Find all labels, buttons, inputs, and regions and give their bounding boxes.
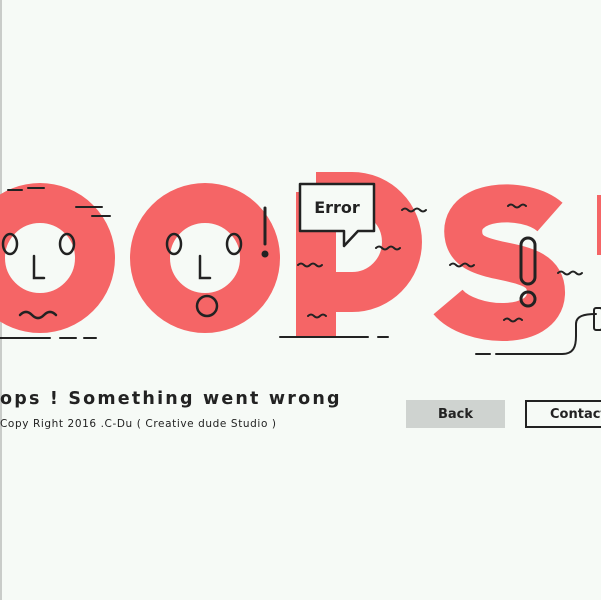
copyright-text: Copy Right 2016 .C-Du ( Creative dude St… (0, 418, 277, 430)
contact-button[interactable]: Contact (525, 400, 601, 428)
back-button[interactable]: Back (406, 400, 505, 428)
oops-illustration: Error (0, 172, 601, 355)
partial-letter (597, 195, 601, 255)
error-label: Error (314, 198, 360, 217)
error-headline: ops ! Something went wrong (0, 389, 342, 409)
letter-o-1 (0, 183, 115, 333)
